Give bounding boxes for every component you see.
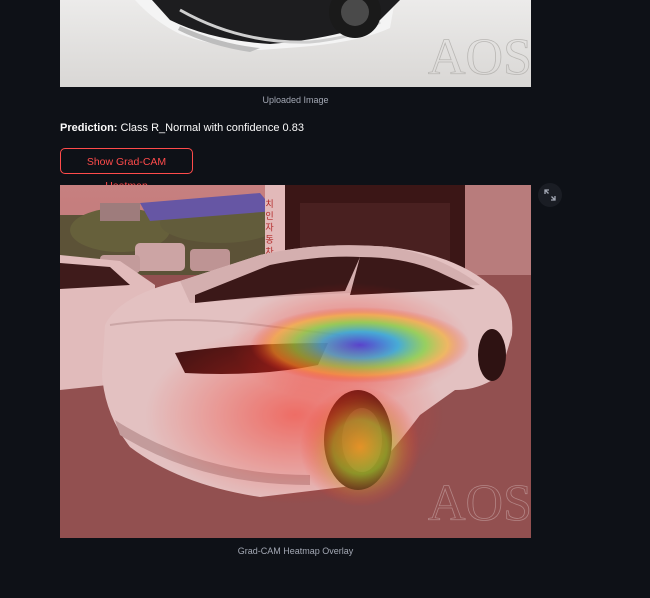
- show-heatmap-button[interactable]: Show Grad-CAM Heatmap: [60, 148, 193, 192]
- watermark-text: AOS: [428, 29, 531, 86]
- app-page: AOS Uploaded Image Prediction: Class R_N…: [0, 0, 650, 598]
- watermark-text: AOS: [428, 475, 531, 532]
- prediction-text: Prediction: Class R_Normal with confiden…: [60, 122, 304, 134]
- heatmap-image: 치 인 자 동 차 AOS: [60, 185, 531, 538]
- prediction-label: Prediction:: [60, 122, 118, 134]
- uploaded-image-caption: Uploaded Image: [262, 95, 329, 105]
- heatmap-image-caption: Grad-CAM Heatmap Overlay: [237, 546, 354, 556]
- expand-icon: [544, 189, 556, 201]
- fullscreen-button[interactable]: [538, 183, 562, 207]
- uploaded-image: AOS: [60, 0, 531, 87]
- prediction-value: Class R_Normal with confidence 0.83: [120, 122, 304, 134]
